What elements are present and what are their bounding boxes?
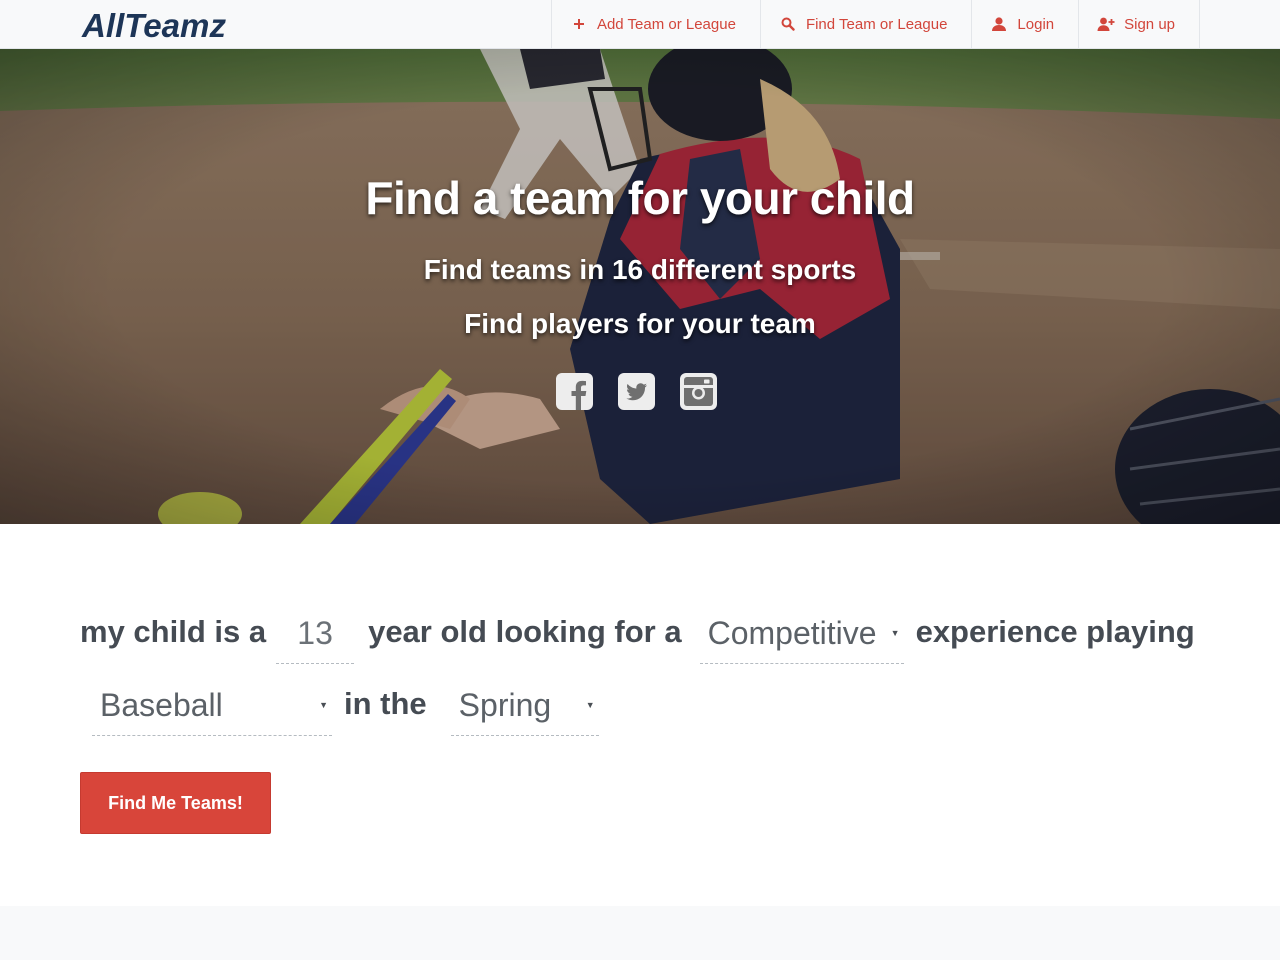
season-caret-icon: ▼ xyxy=(585,700,595,710)
search-sentence-row-1: my child is a 13 year old looking for a … xyxy=(80,600,1195,664)
nav-signup-label: Sign up xyxy=(1124,15,1175,33)
age-value: 13 xyxy=(297,615,333,651)
search-sentence-row-2: Baseball ▼ in the Spring ▼ xyxy=(80,672,599,736)
logo-text: AllTeamz xyxy=(81,7,226,42)
main-nav: Add Team or League Find Team or League L… xyxy=(550,0,1200,48)
nav-find-team-label: Find Team or League xyxy=(805,15,948,33)
search-text-experience-playing: experience playing xyxy=(915,614,1195,649)
user-icon xyxy=(990,15,1008,33)
experience-caret-icon: ▼ xyxy=(890,628,900,638)
experience-select[interactable]: Competitive ▼ xyxy=(699,604,904,664)
twitter-icon[interactable] xyxy=(618,373,655,410)
search-text-in-the: in the xyxy=(344,686,427,721)
sport-value: Baseball xyxy=(100,687,223,723)
hero-overlay xyxy=(0,49,1280,524)
nav-find-team[interactable]: Find Team or League xyxy=(761,0,973,48)
hero-title: Find a team for your child xyxy=(365,172,915,224)
season-select[interactable]: Spring ▼ xyxy=(450,676,599,736)
search-icon xyxy=(779,15,797,33)
footer-band xyxy=(0,906,1280,960)
hero-subtitle-players: Find players for your team xyxy=(464,308,816,339)
facebook-icon[interactable] xyxy=(556,373,593,410)
nav-add-team[interactable]: Add Team or League xyxy=(552,0,761,48)
age-input[interactable]: 13 xyxy=(276,604,355,664)
instagram-icon[interactable] xyxy=(680,373,717,410)
season-value: Spring xyxy=(458,687,552,723)
hero-subtitle-sports: Find teams in 16 different sports xyxy=(423,254,857,285)
sport-select[interactable]: Baseball ▼ xyxy=(92,676,332,736)
nav-login-label: Login xyxy=(1017,15,1055,33)
nav-signup[interactable]: Sign up xyxy=(1079,0,1200,48)
allteamz-logo[interactable]: AllTeamz xyxy=(80,6,228,42)
search-text-year-old: year old looking for a xyxy=(368,614,682,649)
search-text-child-is: my child is a xyxy=(80,614,267,649)
hero-banner: Find a team for your child Find teams in… xyxy=(0,49,1280,524)
user-plus-icon xyxy=(1097,15,1115,33)
plus-icon xyxy=(570,15,588,33)
nav-add-team-label: Add Team or League xyxy=(596,15,736,33)
find-me-teams-button[interactable]: Find Me Teams! xyxy=(80,772,271,834)
top-navbar: AllTeamz Add Team or League Find Team or… xyxy=(0,0,1280,49)
social-links xyxy=(556,373,717,410)
experience-value: Competitive xyxy=(707,615,877,651)
sport-caret-icon: ▼ xyxy=(319,700,328,710)
nav-login[interactable]: Login xyxy=(972,0,1080,48)
